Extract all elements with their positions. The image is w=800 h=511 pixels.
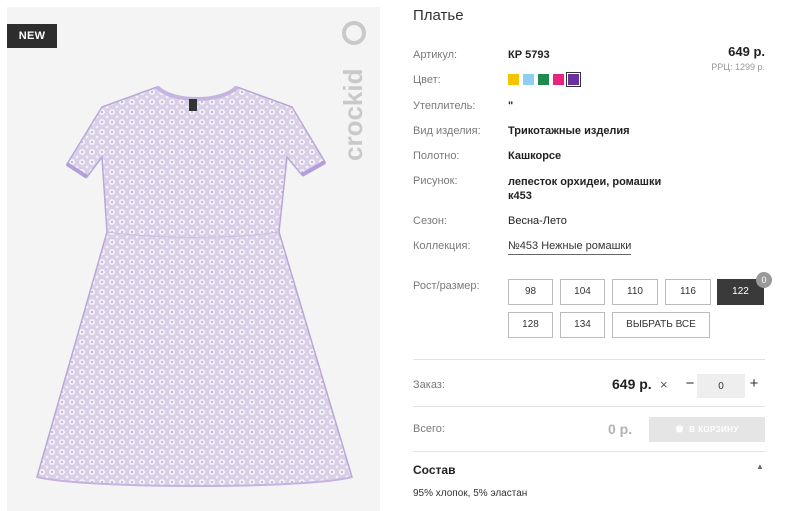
divider	[413, 406, 765, 407]
product-price: 649 р.	[728, 44, 765, 59]
brand-logo-text: crockid	[338, 69, 368, 162]
divider	[413, 359, 765, 360]
select-all-sizes-button[interactable]: ВЫБРАТЬ ВСЕ	[612, 312, 710, 338]
collection-link[interactable]: №453 Нежные ромашки	[508, 240, 632, 255]
color-swatch[interactable]	[553, 74, 564, 85]
size-button[interactable]: 116	[665, 279, 711, 305]
article-label: Артикул:	[413, 49, 458, 61]
season-label: Сезон:	[413, 215, 447, 227]
size-label: Рост/размер:	[413, 280, 480, 292]
season-value: Весна-Лето	[508, 215, 567, 227]
color-label: Цвет:	[413, 74, 441, 86]
quantity-increase-button[interactable]: +	[748, 375, 760, 392]
product-title: Платье	[413, 7, 464, 24]
size-button[interactable]: 128	[508, 312, 553, 338]
add-to-cart-button[interactable]: В КОРЗИНУ	[649, 417, 765, 442]
size-button[interactable]: 98	[508, 279, 553, 305]
size-count-badge: 0	[756, 272, 772, 288]
insulation-label: Утеплитель:	[413, 100, 476, 112]
quantity-decrease-button[interactable]: −	[684, 375, 696, 392]
composition-text: 95% хлопок, 5% эластан	[413, 488, 528, 499]
brand-logo: crockid	[338, 21, 368, 162]
fabric-value: Кашкорсе	[508, 150, 562, 162]
add-to-cart-label: В КОРЗИНУ	[689, 425, 739, 434]
color-swatch[interactable]	[508, 74, 519, 85]
quantity-input[interactable]	[697, 374, 745, 398]
color-swatch[interactable]	[566, 72, 581, 87]
chevron-up-icon[interactable]: ▲	[756, 462, 764, 471]
product-type-label: Вид изделия:	[413, 125, 481, 137]
cart-icon	[676, 425, 684, 433]
collection-label: Коллекция:	[413, 240, 471, 252]
total-value: 0 р.	[608, 421, 633, 437]
color-swatch[interactable]	[538, 74, 549, 85]
size-button[interactable]: 104	[560, 279, 605, 305]
article-value: КР 5793	[508, 49, 550, 61]
insulation-value: "	[508, 100, 514, 112]
dress-illustration	[36, 85, 353, 487]
color-swatches	[508, 72, 581, 87]
product-rrc-price: РРЦ: 1299 р.	[711, 62, 765, 72]
size-button[interactable]: 134	[560, 312, 605, 338]
total-label: Всего:	[413, 423, 445, 435]
color-swatch[interactable]	[523, 74, 534, 85]
fabric-label: Полотно:	[413, 150, 460, 162]
product-image[interactable]: NEW crockid	[7, 7, 380, 511]
new-badge: NEW	[7, 24, 57, 48]
divider	[413, 451, 765, 452]
size-button[interactable]: 110	[612, 279, 658, 305]
composition-title[interactable]: Состав	[413, 463, 455, 477]
order-label: Заказ:	[413, 379, 445, 391]
times-icon: ×	[660, 377, 668, 392]
order-price: 649 р.	[612, 376, 652, 392]
product-type-value: Трикотажные изделия	[508, 125, 630, 137]
pattern-value: лепесток орхидеи, ромашки к453	[508, 176, 662, 202]
pattern-label: Рисунок:	[413, 175, 458, 187]
